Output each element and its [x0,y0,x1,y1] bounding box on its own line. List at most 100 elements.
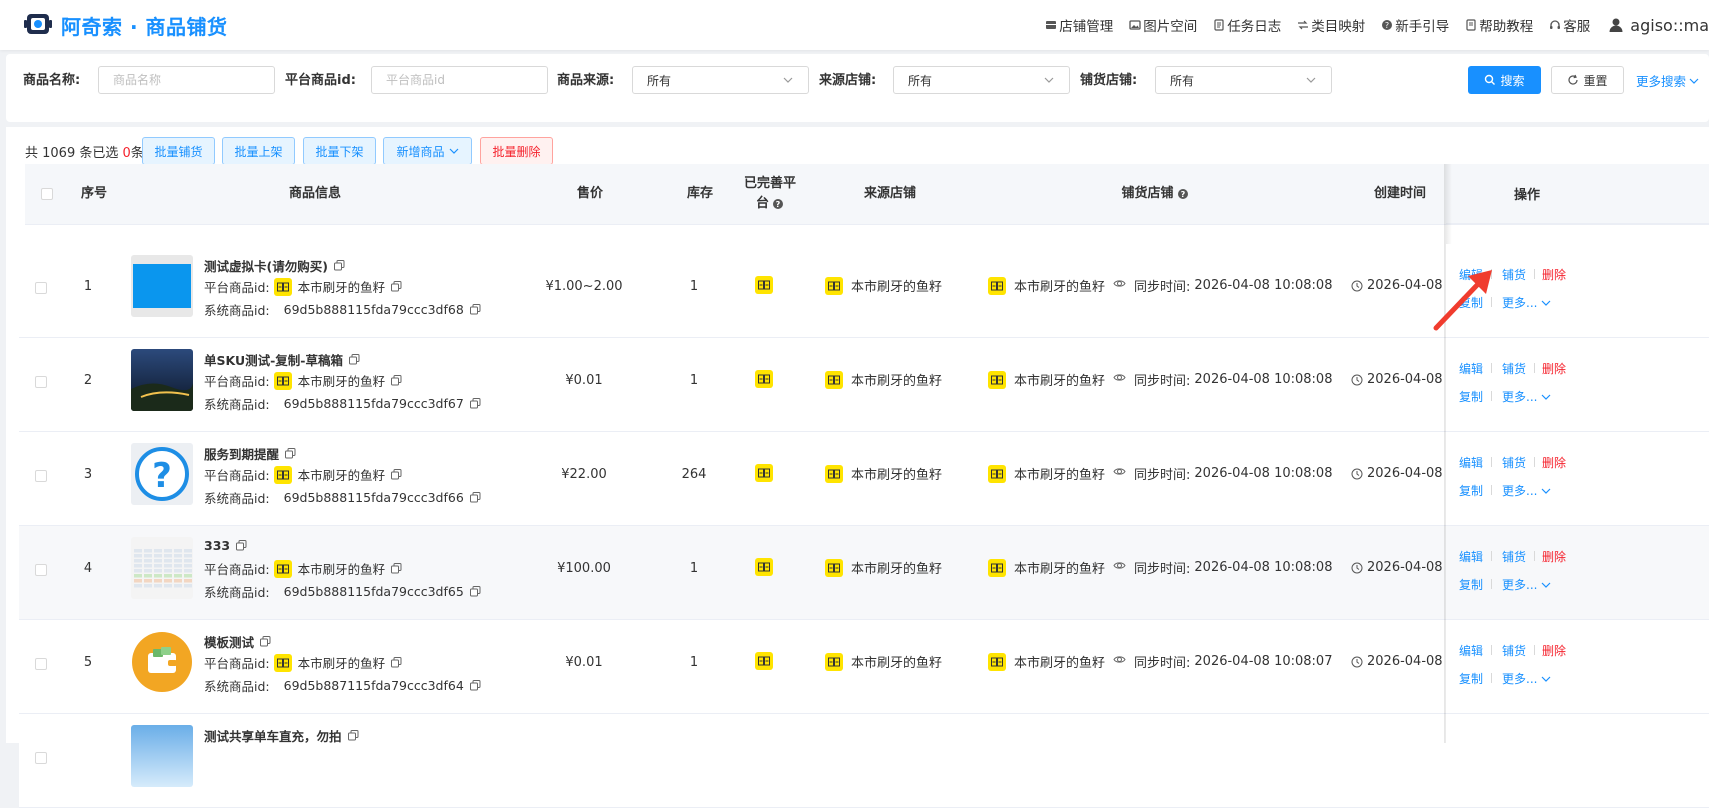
row-checkbox[interactable] [35,752,47,764]
copy-icon[interactable] [469,586,481,597]
copy-icon[interactable] [469,304,481,315]
copy-icon[interactable] [469,398,481,409]
question-icon[interactable]: ? [1177,188,1189,200]
search-button[interactable]: 搜索 [1468,66,1541,94]
more-actions-dropdown[interactable]: 更多... [1502,482,1551,499]
copy-icon[interactable] [391,563,402,574]
more-actions-dropdown[interactable]: 更多... [1502,576,1551,593]
source-shop-select[interactable]: 所有 [893,66,1070,94]
platform-id-label: 平台商品id: [204,374,270,389]
product-name[interactable]: 单SKU测试-复制-草稿箱 [204,350,360,369]
platform-id-input[interactable] [371,66,548,94]
nav-task-log[interactable]: 任务日志 [1213,15,1281,35]
nav-image-space[interactable]: 图片空间 [1129,15,1197,35]
delete-button[interactable]: 删除 [1542,642,1566,659]
add-product-dropdown[interactable]: 新增商品 [383,137,472,165]
distribute-button[interactable]: 铺货 [1502,642,1526,659]
copy-icon[interactable] [260,636,271,647]
row-checkbox[interactable] [35,282,47,294]
eye-icon[interactable] [1113,371,1126,384]
platform-badge [273,559,292,578]
product-thumbnail[interactable] [131,725,193,787]
batch-offline-button[interactable]: 批量下架 [303,137,376,165]
delete-button[interactable]: 删除 [1542,266,1566,283]
edit-button[interactable]: 编辑 [1459,454,1483,471]
copy-button[interactable]: 复制 [1459,482,1483,499]
select-all-checkbox[interactable] [41,188,53,200]
product-name[interactable]: 测试共享单车直充，勿拍 [204,726,359,745]
eye-icon[interactable] [1113,653,1126,666]
batch-delete-button[interactable]: 批量删除 [480,137,553,165]
copy-button[interactable]: 复制 [1459,388,1483,405]
row-checkbox-cell[interactable] [33,750,49,766]
platform-logo-icon [758,468,770,478]
distribute-button[interactable]: 铺货 [1502,266,1526,283]
batch-distribute-button[interactable]: 批量铺货 [142,137,215,165]
select-all-cell[interactable] [39,164,55,224]
distribute-button[interactable]: 铺货 [1502,454,1526,471]
nav-beginner-guide[interactable]: ? 新手引导 [1381,15,1449,35]
product-name[interactable]: 测试虚拟卡(请勿购买) [204,256,345,275]
row-checkbox[interactable] [35,564,47,576]
copy-icon[interactable] [333,260,345,271]
copy-icon[interactable] [391,375,402,386]
product-thumbnail[interactable] [131,537,193,599]
distribution-shop-select[interactable]: 所有 [1155,66,1332,94]
more-actions-dropdown[interactable]: 更多... [1502,294,1551,311]
more-search-link[interactable]: 更多搜索 [1636,71,1699,90]
more-actions-dropdown[interactable]: 更多... [1502,670,1551,687]
copy-button[interactable]: 复制 [1459,670,1483,687]
row-checkbox[interactable] [35,470,47,482]
delete-button[interactable]: 删除 [1542,360,1566,377]
delete-button[interactable]: 删除 [1542,548,1566,565]
product-name[interactable]: 模板测试 [204,632,271,651]
nav-customer-service[interactable]: 客服 [1549,15,1590,35]
edit-button[interactable]: 编辑 [1459,642,1483,659]
product-name-input[interactable] [98,66,275,94]
copy-icon[interactable] [469,492,481,503]
product-thumbnail[interactable] [131,349,193,411]
row-checkbox-cell[interactable] [33,656,49,672]
reset-button[interactable]: 重置 [1551,66,1624,94]
eye-icon[interactable] [1113,559,1126,572]
batch-online-button[interactable]: 批量上架 [222,137,295,165]
copy-icon[interactable] [349,354,360,365]
copy-icon[interactable] [285,448,296,459]
copy-icon[interactable] [391,469,402,480]
platform-id-line: 平台商品id: 本市刷牙的鱼籽 [204,653,402,672]
distribute-button[interactable]: 铺货 [1502,548,1526,565]
copy-icon[interactable] [391,281,402,292]
nav-store-management[interactable]: 店铺管理 [1045,15,1113,35]
copy-icon[interactable] [391,657,402,668]
platform-shop: 本市刷牙的鱼籽 [297,468,386,483]
nav-help-tutorial[interactable]: 帮助教程 [1465,15,1533,35]
user-menu[interactable]: agiso::ma [1608,16,1709,35]
copy-icon[interactable] [236,540,247,551]
source-shop: 本市刷牙的鱼籽 [825,558,942,577]
row-checkbox-cell[interactable] [33,562,49,578]
product-thumbnail[interactable] [131,255,193,317]
product-source-select[interactable]: 所有 [632,66,809,94]
copy-icon[interactable] [469,680,481,691]
platform-badge [755,558,773,576]
copy-button[interactable]: 复制 [1459,576,1483,593]
product-thumbnail[interactable]: ? [131,443,193,505]
row-checkbox-cell[interactable] [33,280,49,296]
more-actions-dropdown[interactable]: 更多... [1502,388,1551,405]
eye-icon[interactable] [1113,465,1126,478]
delete-button[interactable]: 删除 [1542,454,1566,471]
distribute-button[interactable]: 铺货 [1502,360,1526,377]
row-checkbox-cell[interactable] [33,374,49,390]
product-name[interactable]: 服务到期提醒 [204,444,296,463]
eye-icon[interactable] [1113,277,1126,290]
edit-button[interactable]: 编辑 [1459,360,1483,377]
edit-button[interactable]: 编辑 [1459,548,1483,565]
question-icon[interactable]: ? [772,198,784,210]
nav-category-mapping[interactable]: 类目映射 [1297,15,1365,35]
product-name[interactable]: 333 [204,538,247,553]
row-checkbox-cell[interactable] [33,468,49,484]
row-checkbox[interactable] [35,658,47,670]
copy-icon[interactable] [347,730,359,741]
product-thumbnail[interactable] [131,631,193,693]
row-checkbox[interactable] [35,376,47,388]
